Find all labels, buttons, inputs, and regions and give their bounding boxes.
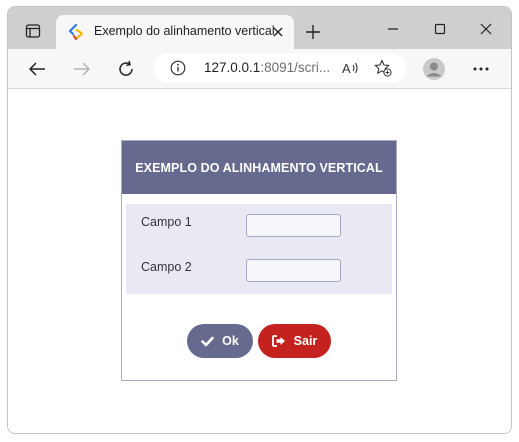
check-icon xyxy=(201,336,214,346)
maximize-button[interactable] xyxy=(428,19,452,39)
svg-text:A: A xyxy=(342,61,351,76)
browser-toolbar: 127.0.0.1:8091/scri... A xyxy=(8,49,511,89)
ok-button[interactable]: Ok xyxy=(187,324,253,358)
window-close-button[interactable] xyxy=(474,19,498,39)
refresh-icon xyxy=(119,60,133,76)
arrow-left-icon xyxy=(29,62,45,76)
browser-window: Exemplo do alinhamento vertical 127.0.0.… xyxy=(7,6,512,434)
back-button[interactable] xyxy=(26,58,48,80)
ok-button-label: Ok xyxy=(222,334,239,348)
sign-out-icon xyxy=(271,335,285,347)
address-host: 127.0.0.1 xyxy=(204,60,261,75)
minimize-button[interactable] xyxy=(381,19,405,39)
tab-title: Exemplo do alinhamento vertical xyxy=(94,24,275,38)
forward-button[interactable] xyxy=(71,58,93,80)
new-tab-button[interactable] xyxy=(302,21,324,43)
maximize-icon xyxy=(434,23,446,35)
campo-2-label: Campo 2 xyxy=(141,260,192,274)
close-icon xyxy=(480,23,492,35)
campo-1-input[interactable] xyxy=(246,214,341,237)
address-bar[interactable]: 127.0.0.1:8091/scri... A xyxy=(154,53,406,83)
plus-icon xyxy=(306,25,320,39)
code-favicon-icon xyxy=(68,24,84,40)
tab-active[interactable]: Exemplo do alinhamento vertical xyxy=(56,15,294,49)
minimize-icon xyxy=(388,28,398,30)
close-icon xyxy=(273,27,283,37)
form-fields-area: Campo 1 Campo 2 xyxy=(126,204,392,294)
panel-title: EXEMPLO DO ALINHAMENTO VERTICAL xyxy=(122,141,396,194)
more-horizontal-icon xyxy=(473,67,489,71)
tab-actions-icon xyxy=(25,24,41,38)
tab-strip: Exemplo do alinhamento vertical xyxy=(8,7,511,49)
address-path: :8091/scri... xyxy=(260,60,331,75)
refresh-button[interactable] xyxy=(115,58,137,80)
settings-menu-button[interactable] xyxy=(470,58,492,80)
info-icon[interactable] xyxy=(170,60,186,76)
campo-2-input[interactable] xyxy=(246,259,341,282)
tab-close-button[interactable] xyxy=(270,24,286,40)
profile-avatar-icon[interactable] xyxy=(422,57,446,81)
tab-actions-button[interactable] xyxy=(18,19,48,43)
sair-button-label: Sair xyxy=(293,334,318,348)
page-viewport: EXEMPLO DO ALINHAMENTO VERTICAL Campo 1 … xyxy=(8,89,511,433)
read-aloud-icon[interactable]: A xyxy=(342,60,360,76)
form-panel: EXEMPLO DO ALINHAMENTO VERTICAL Campo 1 … xyxy=(121,140,397,381)
address-url[interactable]: 127.0.0.1:8091/scri... xyxy=(204,60,330,75)
arrow-right-icon xyxy=(74,62,90,76)
favorite-add-icon[interactable] xyxy=(374,59,392,77)
campo-1-label: Campo 1 xyxy=(141,215,192,229)
sair-button[interactable]: Sair xyxy=(258,324,331,358)
